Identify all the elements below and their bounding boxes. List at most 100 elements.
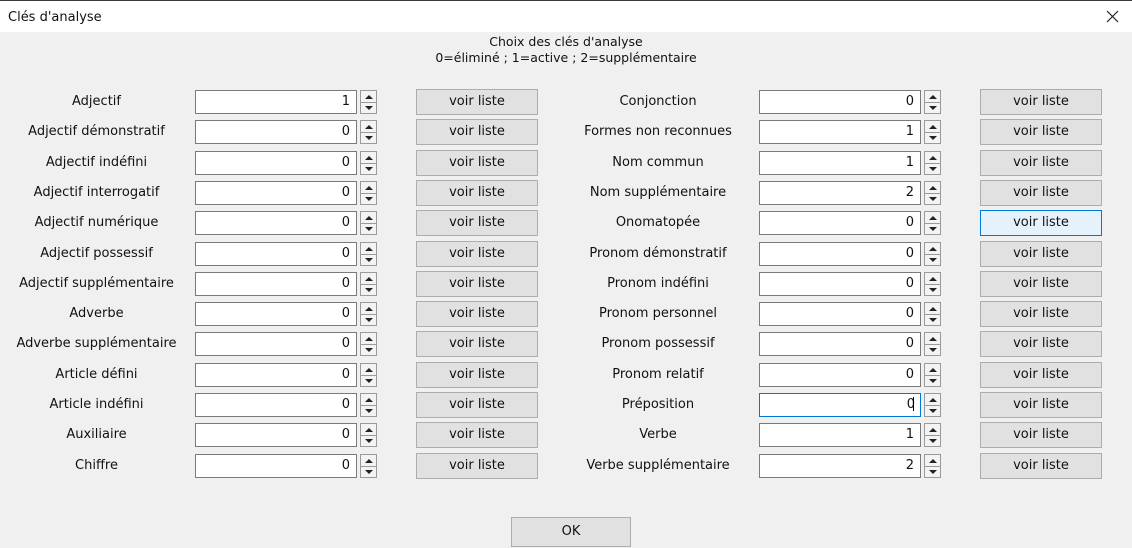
spin-down-button[interactable] [925, 254, 940, 265]
left-key-spinner[interactable] [360, 242, 377, 266]
right-key-value-field[interactable]: 0 [759, 90, 921, 114]
spin-down-button[interactable] [361, 405, 376, 416]
right-key-value-field[interactable]: 0 [759, 272, 921, 296]
left-key-value-field[interactable]: 1 [195, 90, 357, 114]
spin-down-button[interactable] [925, 375, 940, 386]
right-voir-liste-button[interactable]: voir liste [980, 150, 1102, 176]
left-key-value-field[interactable]: 0 [195, 272, 357, 296]
right-key-spinner[interactable] [924, 302, 941, 326]
left-voir-liste-button[interactable]: voir liste [416, 119, 538, 145]
left-key-value-field[interactable]: 0 [195, 181, 357, 205]
left-key-value-field[interactable]: 0 [195, 393, 357, 417]
close-button[interactable] [1092, 1, 1132, 32]
right-voir-liste-button[interactable]: voir liste [980, 301, 1102, 327]
right-key-value-field[interactable]: 0 [759, 242, 921, 266]
left-key-spinner[interactable] [360, 454, 377, 478]
right-voir-liste-button[interactable]: voir liste [980, 119, 1102, 145]
left-key-value-field[interactable]: 0 [195, 332, 357, 356]
right-key-spinner[interactable] [924, 90, 941, 114]
spin-down-button[interactable] [361, 223, 376, 234]
spin-down-button[interactable] [361, 314, 376, 325]
spin-down-button[interactable] [925, 466, 940, 477]
left-key-spinner[interactable] [360, 332, 377, 356]
right-key-value-field[interactable]: 2 [759, 181, 921, 205]
right-key-value-field[interactable]: 0 [759, 363, 921, 387]
left-key-value-field[interactable]: 0 [195, 211, 357, 235]
left-voir-liste-button[interactable]: voir liste [416, 362, 538, 388]
spin-down-button[interactable] [925, 284, 940, 295]
left-key-spinner[interactable] [360, 423, 377, 447]
left-voir-liste-button[interactable]: voir liste [416, 331, 538, 357]
right-key-spinner[interactable] [924, 120, 941, 144]
right-voir-liste-button[interactable]: voir liste [980, 271, 1102, 297]
right-key-spinner[interactable] [924, 151, 941, 175]
left-voir-liste-button[interactable]: voir liste [416, 180, 538, 206]
right-voir-liste-button[interactable]: voir liste [980, 422, 1102, 448]
right-key-value-field[interactable]: 0 [759, 332, 921, 356]
spin-down-button[interactable] [925, 193, 940, 204]
spin-down-button[interactable] [361, 344, 376, 355]
spin-down-button[interactable] [925, 344, 940, 355]
left-key-spinner[interactable] [360, 393, 377, 417]
right-voir-liste-button[interactable]: voir liste [980, 241, 1102, 267]
left-voir-liste-button[interactable]: voir liste [416, 89, 538, 115]
left-key-value-field[interactable]: 0 [195, 454, 357, 478]
right-voir-liste-button[interactable]: voir liste [980, 331, 1102, 357]
right-key-spinner[interactable] [924, 272, 941, 296]
right-key-spinner[interactable] [924, 332, 941, 356]
left-key-spinner[interactable] [360, 302, 377, 326]
left-key-spinner[interactable] [360, 90, 377, 114]
right-voir-liste-button[interactable]: voir liste [980, 362, 1102, 388]
right-key-value-field[interactable]: 2 [759, 454, 921, 478]
left-key-spinner[interactable] [360, 211, 377, 235]
right-voir-liste-button[interactable]: voir liste [980, 210, 1102, 236]
spin-down-button[interactable] [925, 102, 940, 113]
right-key-value-field[interactable]: 0 [759, 302, 921, 326]
left-key-value-field[interactable]: 0 [195, 151, 357, 175]
spin-down-button[interactable] [361, 284, 376, 295]
ok-button[interactable]: OK [511, 517, 631, 547]
spin-down-button[interactable] [361, 193, 376, 204]
left-voir-liste-button[interactable]: voir liste [416, 271, 538, 297]
left-key-spinner[interactable] [360, 363, 377, 387]
right-key-value-field[interactable]: 1 [759, 120, 921, 144]
right-key-spinner[interactable] [924, 242, 941, 266]
spin-down-button[interactable] [925, 163, 940, 174]
spin-down-button[interactable] [925, 435, 940, 446]
left-key-value-field[interactable]: 0 [195, 423, 357, 447]
left-voir-liste-button[interactable]: voir liste [416, 150, 538, 176]
left-key-value-field[interactable]: 0 [195, 120, 357, 144]
right-key-spinner[interactable] [924, 181, 941, 205]
spin-down-button[interactable] [925, 132, 940, 143]
left-voir-liste-button[interactable]: voir liste [416, 422, 538, 448]
left-key-spinner[interactable] [360, 120, 377, 144]
left-key-value-field[interactable]: 0 [195, 363, 357, 387]
spin-down-button[interactable] [361, 163, 376, 174]
spin-down-button[interactable] [925, 223, 940, 234]
right-key-spinner[interactable] [924, 393, 941, 417]
spin-down-button[interactable] [361, 466, 376, 477]
left-voir-liste-button[interactable]: voir liste [416, 301, 538, 327]
right-key-spinner[interactable] [924, 454, 941, 478]
spin-down-button[interactable] [361, 254, 376, 265]
left-key-value-field[interactable]: 0 [195, 302, 357, 326]
right-voir-liste-button[interactable]: voir liste [980, 392, 1102, 418]
right-key-value-field[interactable]: 0 [759, 211, 921, 235]
spin-down-button[interactable] [925, 405, 940, 416]
right-key-value-field[interactable]: 1 [759, 423, 921, 447]
right-key-spinner[interactable] [924, 423, 941, 447]
left-key-spinner[interactable] [360, 151, 377, 175]
right-voir-liste-button[interactable]: voir liste [980, 453, 1102, 479]
right-key-value-field[interactable]: 1 [759, 151, 921, 175]
left-key-value-field[interactable]: 0 [195, 242, 357, 266]
left-voir-liste-button[interactable]: voir liste [416, 392, 538, 418]
right-voir-liste-button[interactable]: voir liste [980, 89, 1102, 115]
left-key-spinner[interactable] [360, 272, 377, 296]
right-voir-liste-button[interactable]: voir liste [980, 180, 1102, 206]
spin-down-button[interactable] [361, 435, 376, 446]
spin-down-button[interactable] [361, 375, 376, 386]
left-voir-liste-button[interactable]: voir liste [416, 241, 538, 267]
left-voir-liste-button[interactable]: voir liste [416, 210, 538, 236]
spin-down-button[interactable] [361, 102, 376, 113]
spin-down-button[interactable] [361, 132, 376, 143]
